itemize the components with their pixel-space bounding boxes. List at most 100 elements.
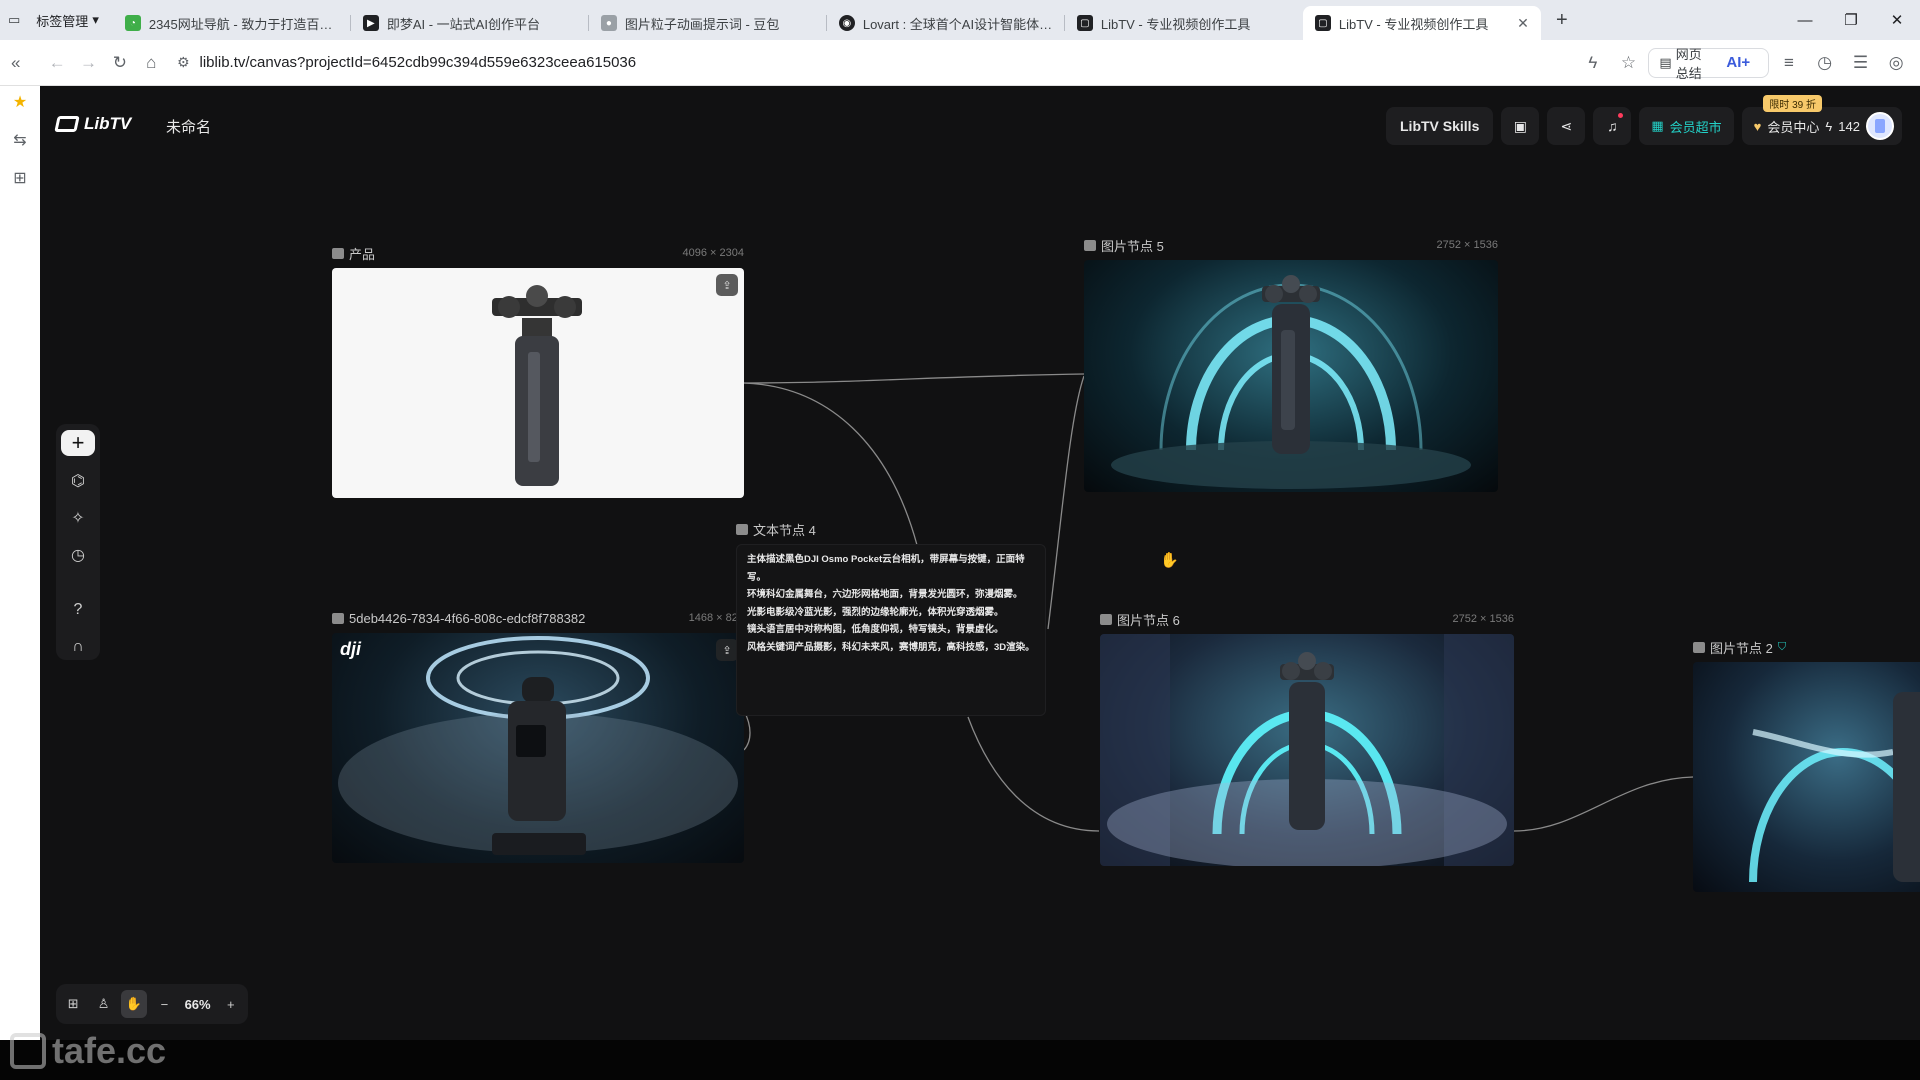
shaver-scifi-image bbox=[1084, 260, 1498, 492]
libtv-logo[interactable]: LibTV bbox=[54, 114, 131, 134]
add-node-button[interactable]: + bbox=[61, 430, 95, 456]
image-node-icon bbox=[332, 612, 344, 624]
zoom-in-icon[interactable]: + bbox=[218, 990, 244, 1018]
reload-icon[interactable]: ↻ bbox=[104, 45, 135, 81]
tab-label: LibTV - 专业视频创作工具 bbox=[1100, 16, 1251, 32]
market-label: 会员超市 bbox=[1669, 119, 1722, 135]
notification-button[interactable]: ♫ bbox=[1593, 107, 1632, 145]
summary-label: 网页总结 bbox=[1675, 46, 1702, 81]
browser-tab-bar: ▭ 标签管理 ▾ ◔ 2345网址导航 - 致力于打造百年品 ▶ 即梦AI - 一… bbox=[0, 0, 1920, 40]
shaver-fog-image bbox=[1100, 634, 1514, 866]
home-icon[interactable]: ⌂ bbox=[136, 45, 167, 81]
site-favicon-icon: ◔ bbox=[124, 15, 141, 31]
browser-tab[interactable]: ▢ LibTV - 专业视频创作工具 bbox=[1065, 6, 1303, 40]
node-dimensions: 2752 × 1536 bbox=[1436, 239, 1498, 251]
node-title: 图片节点 2 bbox=[1710, 640, 1773, 656]
pointer-tool-icon[interactable]: ♙ bbox=[90, 990, 116, 1018]
text-node-content[interactable]: 主体描述黑色DJI Osmo Pocket云台相机，带屏幕与按键，正面特写。 环… bbox=[736, 544, 1046, 716]
save-button[interactable]: ▣ bbox=[1501, 107, 1540, 145]
caret-down-icon: ▾ bbox=[92, 12, 99, 27]
share-button[interactable]: ⋖ bbox=[1547, 107, 1586, 145]
tab-label: 即梦AI - 一站式AI创作平台 bbox=[386, 16, 540, 32]
window-close-icon[interactable]: ✕ bbox=[1874, 0, 1920, 40]
url-field[interactable]: ⚙ liblib.tv/canvas?projectId=6452cdb99c3… bbox=[177, 46, 1577, 80]
libtv-skills-button[interactable]: LibTV Skills bbox=[1386, 107, 1494, 145]
node-title: 文本节点 4 bbox=[753, 522, 816, 538]
product-node[interactable]: 产品 4096 × 2304 ⇪ bbox=[332, 244, 744, 500]
new-tab-button[interactable]: + bbox=[1547, 5, 1577, 35]
bell-icon: ♫ bbox=[1607, 118, 1618, 134]
node-dimensions: 2752 × 1536 bbox=[1452, 613, 1514, 625]
text-line: 主体描述黑色DJI Osmo Pocket云台相机，带屏幕与按键，正面特写。 bbox=[747, 554, 1025, 583]
app-header: LibTV 未命名 LibTV Skills ▣ ⋖ ♫ ▦ 会员超市 限时 3… bbox=[40, 86, 1920, 162]
avatar[interactable] bbox=[1866, 112, 1894, 140]
profile-icon[interactable]: ◎ bbox=[1880, 45, 1912, 81]
save-icon: ▣ bbox=[1513, 117, 1527, 134]
product-image: ⇪ bbox=[332, 268, 744, 498]
browser-tab[interactable]: ▶ 即梦AI - 一站式AI创作平台 bbox=[351, 6, 589, 40]
ai-plus-button[interactable]: AI+ bbox=[1718, 54, 1758, 71]
support-headset-icon[interactable]: ∩ bbox=[61, 635, 95, 660]
browser-tab-active[interactable]: ▢ LibTV - 专业视频创作工具 ✕ bbox=[1302, 6, 1541, 40]
minimize-icon[interactable]: — bbox=[1782, 0, 1828, 40]
share-icon: ⋖ bbox=[1560, 117, 1573, 134]
page-summary-button[interactable]: ▤ 网页总结 AI+ bbox=[1648, 47, 1770, 81]
image-node-6[interactable]: 图片节点 6 2752 × 1536 bbox=[1100, 610, 1514, 872]
help-icon[interactable]: ? bbox=[61, 598, 95, 623]
text-node-4[interactable]: 文本节点 4 主体描述黑色DJI Osmo Pocket云台相机，带屏幕与按键，… bbox=[736, 520, 1046, 720]
libtv-app: LibTV 未命名 LibTV Skills ▣ ⋖ ♫ ▦ 会员超市 限时 3… bbox=[40, 86, 1920, 1040]
store-icon: ▦ bbox=[1651, 118, 1664, 133]
zoom-level[interactable]: 66% bbox=[182, 997, 214, 1012]
hand-cursor-icon: ✋ bbox=[1160, 552, 1179, 569]
back-icon[interactable]: ← bbox=[41, 45, 72, 81]
image-node-2[interactable]: 图片节点 2 ⛉ bbox=[1693, 638, 1920, 892]
assets-icon[interactable]: ✧ bbox=[61, 505, 95, 530]
browser-tab[interactable]: ◔ 2345网址导航 - 致力于打造百年品 bbox=[113, 6, 351, 40]
history-icon[interactable]: ◷ bbox=[1809, 45, 1841, 81]
workflow-icon[interactable]: ⌬ bbox=[61, 468, 95, 493]
add-panel-icon[interactable]: ⊞ bbox=[8, 166, 32, 190]
grid-view-icon[interactable]: ⊞ bbox=[60, 990, 86, 1018]
tab-label: 图片粒子动画提示词 - 豆包 bbox=[624, 16, 780, 32]
member-center-button[interactable]: 限时 39 折 ♥ 会员中心 ϟ 142 bbox=[1741, 95, 1902, 145]
node-title: 图片节点 5 bbox=[1101, 238, 1164, 254]
favorites-star-icon[interactable]: ★ bbox=[8, 90, 32, 114]
tab-overview-icon[interactable]: ▭ bbox=[8, 12, 20, 28]
forward-icon[interactable]: → bbox=[73, 45, 104, 81]
dji-image-node[interactable]: 5deb4426-7834-4f66-808c-edcf8f788382 146… bbox=[332, 609, 744, 865]
text-line: 风格关键词产品摄影，科幻未来风，赛博朋克，高科技感，3D渲染。 bbox=[747, 641, 1035, 653]
node-title: 产品 bbox=[349, 246, 376, 262]
restore-icon[interactable]: ❐ bbox=[1828, 0, 1874, 40]
sidebar-collapse-icon[interactable]: « bbox=[0, 45, 31, 81]
credits-count: 142 bbox=[1838, 118, 1860, 134]
export-icon[interactable]: ⇪ bbox=[716, 274, 738, 296]
export-icon[interactable]: ⇪ bbox=[716, 639, 738, 661]
bookmark-star-icon[interactable]: ☆ bbox=[1613, 45, 1645, 81]
swap-icon[interactable]: ⇆ bbox=[8, 128, 32, 152]
site-favicon-icon: ◉ bbox=[838, 15, 855, 31]
dji-pocket-image: dji ⇪ bbox=[332, 633, 744, 863]
lightning-credit-icon: ϟ bbox=[1825, 118, 1833, 134]
url-text: liblib.tv/canvas?projectId=6452cdb99c394… bbox=[199, 54, 637, 71]
browser-sidebar: ★ ⇆ ⊞ bbox=[0, 86, 40, 1040]
close-icon[interactable]: ✕ bbox=[1517, 15, 1529, 32]
member-market-button[interactable]: ▦ 会员超市 bbox=[1639, 107, 1734, 145]
member-label: 会员中心 bbox=[1767, 119, 1820, 135]
menu-icon[interactable]: ☰ bbox=[1845, 45, 1877, 81]
node-dimensions: 4096 × 2304 bbox=[682, 247, 744, 259]
playlist-icon[interactable]: ≡ bbox=[1773, 45, 1805, 81]
history-clock-icon[interactable]: ◷ bbox=[61, 542, 95, 567]
project-name[interactable]: 未命名 bbox=[166, 116, 211, 137]
zoom-toolbar: ⊞ ♙ ✋ − 66% + bbox=[56, 984, 248, 1024]
text-line: 光影电影级冷蓝光影，强烈的边缘轮廓光，体积光穿透烟雾。 bbox=[747, 606, 1004, 618]
tab-group-manager[interactable]: 标签管理 ▾ bbox=[30, 7, 105, 34]
promo-badge: 限时 39 折 bbox=[1763, 95, 1822, 112]
browser-tab[interactable]: ◉ Lovart : 全球首个AI设计智能体 | 旦 bbox=[827, 6, 1065, 40]
image-node-5[interactable]: 图片节点 5 2752 × 1536 bbox=[1084, 236, 1498, 498]
hand-tool-icon[interactable]: ✋ bbox=[120, 990, 148, 1018]
lightning-icon[interactable]: ϟ bbox=[1577, 45, 1609, 81]
zoom-out-icon[interactable]: − bbox=[151, 990, 177, 1018]
browser-tab[interactable]: ● 图片粒子动画提示词 - 豆包 bbox=[589, 6, 827, 40]
site-info-icon[interactable]: ⚙ bbox=[177, 54, 190, 71]
verified-shield-icon: ⛉ bbox=[1777, 640, 1787, 653]
